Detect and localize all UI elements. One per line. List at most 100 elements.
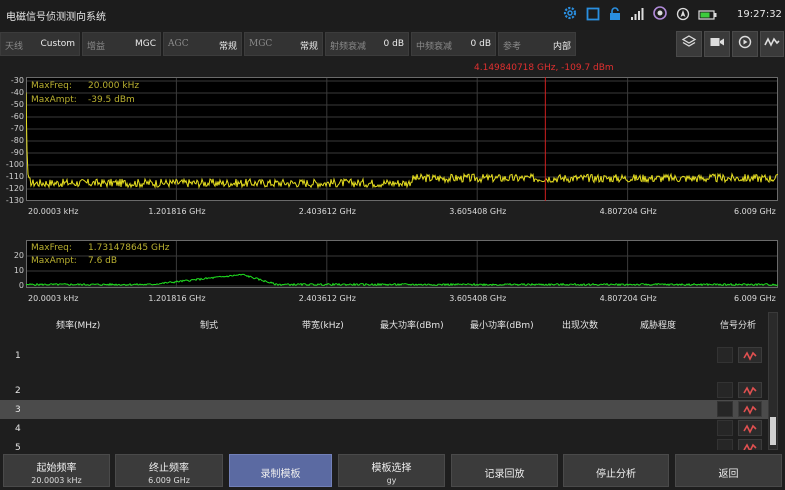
row-checkbox[interactable] — [717, 420, 733, 436]
button-label: 返回 — [718, 469, 739, 480]
max-freq-value: 1.731478645 GHz — [88, 243, 170, 253]
gear-icon[interactable] — [562, 5, 578, 25]
marker-readout: 4.149840718 GHz, -109.7 dBm — [474, 63, 614, 73]
title-bar: 电磁信号侦测测向系统 19:27:32 — [0, 0, 785, 30]
y-tick-label: -70 — [10, 124, 24, 133]
button-label: 停止分析 — [596, 469, 636, 480]
spectrum-trace — [26, 92, 778, 190]
col-header-frequency[interactable]: 频率(MHz) — [56, 318, 100, 331]
table-row-selected[interactable]: 3 — [0, 400, 770, 419]
video-camera-icon — [709, 34, 725, 54]
signal-bars-icon — [630, 6, 644, 25]
clock: 19:27:32 — [737, 9, 782, 20]
param-mgc[interactable]: MGC 常规 — [244, 32, 323, 56]
row-checkbox[interactable] — [717, 401, 733, 417]
table-row[interactable]: 5 — [0, 438, 770, 450]
row-analysis-button[interactable] — [738, 401, 762, 417]
max-ampt-value: 7.6 dB — [88, 256, 118, 266]
signal-wave-icon — [743, 400, 757, 419]
x-tick-label: 4.807204 GHz — [599, 207, 657, 216]
y-tick-label: -100 — [5, 160, 24, 169]
col-header-max-power[interactable]: 最大功率(dBm) — [380, 318, 444, 331]
y-tick-label: -90 — [10, 148, 24, 157]
y-tick-label: 10 — [13, 266, 24, 275]
y-tick-label: 20 — [13, 251, 24, 260]
back-button[interactable]: 返回 — [675, 454, 782, 487]
param-gain[interactable]: 增益 MGC — [82, 32, 161, 56]
row-number: 5 — [15, 443, 21, 450]
col-header-min-power[interactable]: 最小功率(dBm) — [470, 318, 534, 331]
x-tick-label: 20.0003 kHz — [28, 207, 79, 216]
max-ampt-label: MaxAmpt: — [31, 95, 77, 105]
col-header-threat-level[interactable]: 威胁程度 — [640, 318, 676, 331]
signal-wave-icon — [743, 419, 757, 438]
button-value: 6.009 GHz — [148, 476, 190, 485]
x-tick-label: 2.403612 GHz — [298, 294, 356, 303]
col-header-bandwidth[interactable]: 带宽(kHz) — [302, 318, 344, 331]
replay-icon — [737, 34, 753, 54]
scrollbar-thumb[interactable] — [770, 417, 776, 445]
user-circle-icon — [652, 5, 668, 25]
table-scrollbar[interactable] — [768, 312, 778, 450]
row-number: 2 — [15, 386, 21, 396]
param-label: AGC — [168, 39, 189, 49]
nav-icon — [676, 6, 690, 25]
row-checkbox[interactable] — [717, 439, 733, 450]
col-header-occurrences[interactable]: 出现次数 — [562, 318, 598, 331]
y-tick-label: -110 — [5, 172, 24, 181]
param-label: 中频衰减 — [416, 42, 453, 52]
x-tick-label: 1.201816 GHz — [148, 207, 206, 216]
x-tick-label: 20.0003 kHz — [28, 294, 79, 303]
param-reference[interactable]: 参考 内部 — [498, 32, 576, 56]
record-video-button[interactable] — [704, 31, 730, 57]
button-label: 记录回放 — [484, 469, 525, 480]
row-checkbox[interactable] — [717, 347, 733, 363]
row-analysis-button[interactable] — [738, 420, 762, 436]
param-agc[interactable]: AGC 常规 — [163, 32, 242, 56]
spectrum-plot — [26, 77, 778, 201]
param-value: 0 dB — [470, 39, 491, 49]
square-icon[interactable] — [586, 6, 600, 25]
button-label: 起始频率 — [36, 463, 77, 474]
y-tick-label: -80 — [10, 136, 24, 145]
signal-wave-icon — [743, 438, 757, 450]
layers-icon — [681, 34, 697, 54]
table-row[interactable]: 4 — [0, 419, 770, 438]
record-playback-button[interactable]: 记录回放 — [451, 454, 558, 487]
row-analysis-button[interactable] — [738, 347, 762, 363]
y-tick-label: -120 — [5, 184, 24, 193]
button-label: 模板选择 — [371, 463, 412, 474]
stop-frequency-button[interactable]: 终止频率 6.009 GHz — [115, 454, 223, 487]
replay-button[interactable] — [732, 31, 758, 57]
col-header-modulation[interactable]: 制式 — [200, 318, 218, 331]
param-rf-attenuation[interactable]: 射频衰减 0 dB — [325, 32, 409, 56]
param-if-attenuation[interactable]: 中频衰减 0 dB — [411, 32, 496, 56]
record-template-button[interactable]: 录制模板 — [229, 454, 332, 487]
lock-icon[interactable] — [608, 6, 622, 25]
row-analysis-button[interactable] — [738, 439, 762, 450]
table-row[interactable]: 2 — [0, 381, 770, 400]
table-row[interactable]: 1 — [0, 346, 770, 365]
y-tick-label: -50 — [10, 100, 24, 109]
stop-analysis-button[interactable]: 停止分析 — [563, 454, 669, 487]
signal-analysis-button[interactable] — [760, 31, 784, 57]
analysis-chart[interactable]: MaxFreq: 1.731478645 GHz MaxAmpt: 7.6 dB — [26, 240, 778, 288]
param-antenna[interactable]: 天线 Custom — [0, 32, 80, 56]
row-checkbox[interactable] — [717, 382, 733, 398]
col-header-signal-analysis[interactable]: 信号分析 — [720, 318, 756, 331]
signal-wave-icon — [764, 34, 780, 54]
y-tick-label: 0 — [18, 281, 24, 290]
param-value: MGC — [134, 39, 156, 49]
layers-button[interactable] — [676, 31, 702, 57]
start-frequency-button[interactable]: 起始频率 20.0003 kHz — [3, 454, 110, 487]
max-freq-label: MaxFreq: — [31, 243, 72, 253]
row-analysis-button[interactable] — [738, 382, 762, 398]
max-freq-label: MaxFreq: — [31, 81, 72, 91]
status-icons — [562, 5, 718, 25]
spectrum-chart[interactable]: MaxFreq: 20.000 kHz MaxAmpt: -39.5 dBm — [26, 77, 778, 201]
param-label: 天线 — [5, 42, 24, 52]
button-label: 录制模板 — [260, 469, 301, 480]
param-label: MGC — [249, 39, 273, 49]
button-value: 20.0003 kHz — [31, 476, 82, 485]
template-select-button[interactable]: 模板选择 gy — [338, 454, 445, 487]
